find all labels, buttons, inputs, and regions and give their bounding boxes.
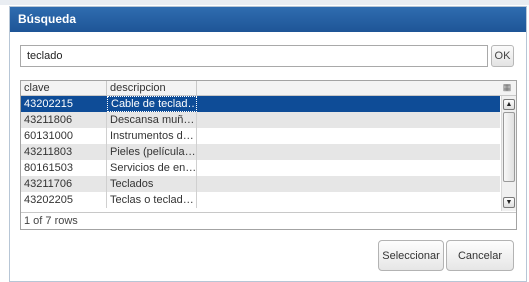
- table-row[interactable]: 43211803 Pieles (película…: [21, 144, 500, 160]
- cell-descripcion: Cable de teclad…: [107, 96, 197, 112]
- cell-descripcion: Descansa muñ…: [107, 112, 197, 128]
- cell-clave: 43211803: [21, 144, 107, 160]
- cell-clave: 43202215: [21, 96, 107, 112]
- grid-rows: 43202215 Cable de teclad… 43211806 Desca…: [21, 96, 500, 211]
- row-count-status: 1 of 7 rows: [21, 212, 516, 229]
- cell-descripcion: Pieles (película…: [107, 144, 197, 160]
- select-button[interactable]: Seleccionar: [378, 240, 444, 271]
- cell-clave: 43211806: [21, 112, 107, 128]
- scroll-up-icon[interactable]: ▲: [503, 99, 515, 110]
- table-row[interactable]: 43211706 Teclados: [21, 176, 500, 192]
- scrollbar-thumb[interactable]: [503, 112, 515, 182]
- table-row[interactable]: 60131000 Instrumentos d…: [21, 128, 500, 144]
- ok-button[interactable]: OK: [491, 45, 514, 67]
- table-row[interactable]: 43202205 Teclas o teclad…: [21, 192, 500, 208]
- table-row[interactable]: 43211806 Descansa muñ…: [21, 112, 500, 128]
- grid-menu-icon[interactable]: ▦: [502, 82, 512, 93]
- cell-descripcion: Instrumentos d…: [107, 128, 197, 144]
- cell-clave: 43211706: [21, 176, 107, 192]
- cancel-button[interactable]: Cancelar: [446, 240, 514, 271]
- dialog-titlebar[interactable]: Búsqueda: [10, 7, 526, 32]
- cell-clave: 60131000: [21, 128, 107, 144]
- cell-descripcion: Servicios de en…: [107, 160, 197, 176]
- cell-descripcion: Teclas o teclad…: [107, 192, 197, 208]
- table-row[interactable]: 43202215 Cable de teclad…: [21, 96, 500, 112]
- search-input[interactable]: [20, 45, 488, 67]
- dialog-title: Búsqueda: [18, 12, 77, 26]
- cell-clave: 43202205: [21, 192, 107, 208]
- background-strip: [0, 0, 529, 5]
- cell-descripcion: Teclados: [107, 176, 197, 192]
- column-header-descripcion[interactable]: descripcion: [107, 81, 197, 95]
- grid-header: clave descripcion ▦: [21, 81, 516, 96]
- cell-clave: 80161503: [21, 160, 107, 176]
- vertical-scrollbar[interactable]: ▲ ▼: [501, 96, 516, 211]
- results-grid: clave descripcion ▦ 43202215 Cable de te…: [20, 80, 517, 230]
- column-header-clave[interactable]: clave: [21, 81, 107, 95]
- scroll-down-icon[interactable]: ▼: [503, 197, 515, 208]
- table-row[interactable]: 80161503 Servicios de en…: [21, 160, 500, 176]
